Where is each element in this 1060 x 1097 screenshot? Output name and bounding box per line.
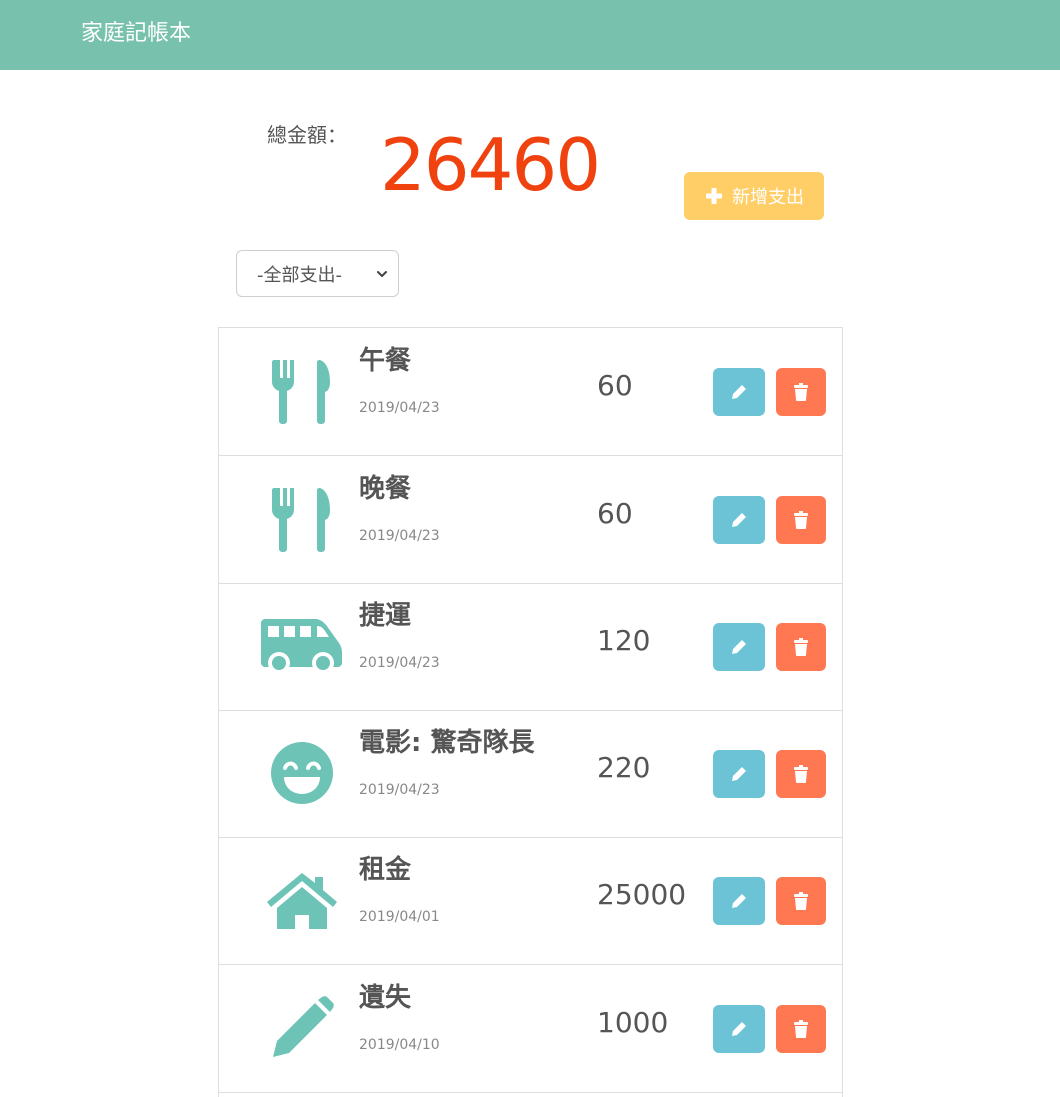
expense-date: 2019/04/23 [359,782,440,798]
total-label: 總金額： [267,123,347,147]
trash-icon [794,638,808,656]
delete-button[interactable] [776,623,826,671]
pencil-icon [732,767,746,781]
add-expense-label: 新增支出 [732,187,804,207]
expense-title: 電影: 驚奇隊長 [359,728,535,758]
delete-button[interactable] [776,1005,826,1053]
smile-icon [259,735,345,811]
pencil-icon [732,894,746,908]
delete-button[interactable] [776,877,826,925]
expense-title: 午餐 [359,346,412,376]
pencil-icon [732,385,746,399]
trash-icon [794,511,808,529]
expense-amount: 120 [597,624,651,657]
trash-icon [794,892,808,910]
expense-row: 租金 2019/04/01 25000 [219,837,842,965]
filter-selected-value: -全部支出- [257,264,342,286]
expense-date: 2019/04/10 [359,1037,440,1053]
expense-date: 2019/04/23 [359,400,440,416]
expense-amount: 60 [597,369,633,402]
expense-row: 晚餐 2019/04/23 60 [219,456,842,584]
total-amount: 26460 [380,123,601,207]
trash-icon [794,383,808,401]
pencil-icon [259,990,345,1066]
utensils-icon [259,481,345,557]
expense-title: 捷運 [359,601,412,631]
expense-amount: 220 [597,751,651,784]
expense-amount: 1000 [597,1006,669,1039]
edit-button[interactable] [713,623,765,671]
bus-icon [259,608,345,684]
expense-row: 午餐 2019/04/23 60 [219,328,842,456]
expense-row: 電影: 驚奇隊長 2019/04/23 220 [219,710,842,838]
expense-row: 捷運 2019/04/23 120 [219,583,842,711]
delete-button[interactable] [776,368,826,416]
pencil-icon [732,513,746,527]
expense-row: 遺失 2019/04/10 1000 [219,965,842,1093]
trash-icon [794,1020,808,1038]
pencil-icon [732,1022,746,1036]
brand-title[interactable]: 家庭記帳本 [81,19,191,49]
expense-title: 遺失 [359,983,412,1013]
chevron-down-icon [377,271,387,277]
expense-title: 租金 [359,855,412,885]
edit-button[interactable] [713,877,765,925]
edit-button[interactable] [713,1005,765,1053]
expense-date: 2019/04/01 [359,909,440,925]
edit-button[interactable] [713,496,765,544]
category-filter-select[interactable]: -全部支出- [236,250,399,297]
home-icon [259,862,345,938]
expense-amount: 25000 [597,878,687,911]
delete-button[interactable] [776,496,826,544]
edit-button[interactable] [713,368,765,416]
navbar: 家庭記帳本 [0,0,1060,70]
expense-date: 2019/04/23 [359,655,440,671]
utensils-icon [259,353,345,429]
plus-icon [706,188,722,204]
add-expense-button[interactable]: 新增支出 [684,172,824,220]
expense-title: 晚餐 [359,474,412,504]
trash-icon [794,765,808,783]
expense-amount: 60 [597,497,633,530]
expense-date: 2019/04/23 [359,528,440,544]
edit-button[interactable] [713,750,765,798]
delete-button[interactable] [776,750,826,798]
expense-list: 午餐 2019/04/23 60 晚餐 2019/04/23 60 捷運 201… [218,327,843,1097]
pencil-icon [732,640,746,654]
